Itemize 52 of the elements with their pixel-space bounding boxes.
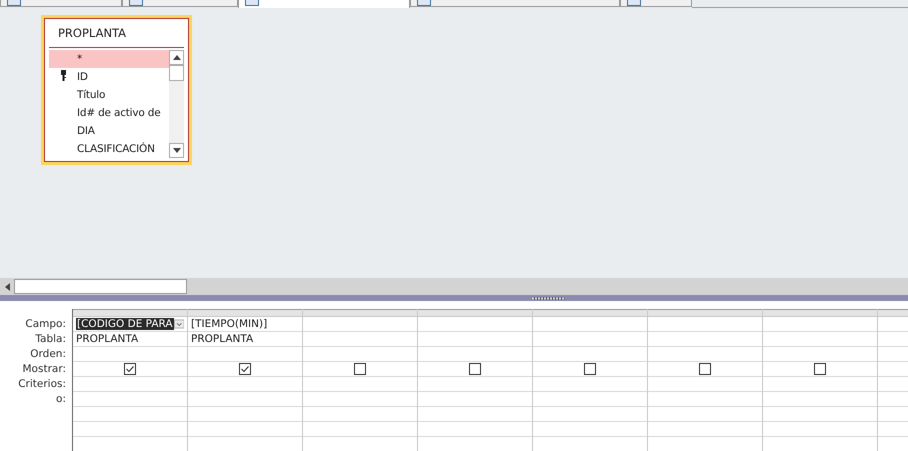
row-label: Campo: xyxy=(24,317,67,332)
column-selector[interactable] xyxy=(763,309,877,317)
table-icon xyxy=(627,0,641,6)
column-selector[interactable] xyxy=(303,309,417,317)
table-icon xyxy=(245,0,259,6)
field-item[interactable]: * xyxy=(49,50,169,68)
key-icon xyxy=(61,70,66,81)
table-field-list[interactable]: PROPLANTA * ID Título Id# de activo de DIA CLASIFICACIÓN xyxy=(41,15,192,165)
document-tab[interactable] xyxy=(122,0,238,7)
table-icon xyxy=(129,0,143,6)
checkbox[interactable] xyxy=(814,363,826,375)
table-title: PROPLANTA xyxy=(49,19,184,48)
field-item[interactable]: Título xyxy=(49,86,169,104)
checkbox[interactable] xyxy=(354,363,366,375)
column-selector[interactable] xyxy=(878,309,908,317)
down-arrow-icon xyxy=(172,148,180,153)
checkbox[interactable] xyxy=(469,363,481,375)
table-cell[interactable]: PROPLANTA xyxy=(76,333,138,345)
scroll-thumb[interactable] xyxy=(169,65,184,81)
scroll-thumb[interactable] xyxy=(14,279,187,294)
column-selector[interactable] xyxy=(648,309,762,317)
grip-icon xyxy=(532,296,566,300)
row-label: Mostrar: xyxy=(22,362,67,377)
checkbox[interactable] xyxy=(124,363,136,375)
row-label: Orden: xyxy=(29,347,67,362)
table-cell[interactable]: PROPLANTA xyxy=(191,333,254,345)
row-label: Tabla: xyxy=(34,332,67,347)
horizontal-scrollbar[interactable] xyxy=(0,278,908,295)
column-selector[interactable] xyxy=(73,309,187,317)
left-arrow-icon xyxy=(4,282,10,290)
row-label: o: xyxy=(55,392,67,407)
field-item[interactable]: Id# de activo de xyxy=(49,104,169,122)
vertical-scrollbar[interactable] xyxy=(169,50,184,158)
table-icon xyxy=(7,0,21,6)
document-tab[interactable] xyxy=(238,0,410,8)
row-label: Criterios: xyxy=(17,377,67,392)
field-item[interactable]: ID xyxy=(49,68,169,86)
column-selector[interactable] xyxy=(533,309,647,317)
up-arrow-icon xyxy=(172,55,180,60)
field-item[interactable]: CLASIFICACIÓN xyxy=(49,140,169,158)
dropdown-icon xyxy=(174,318,184,330)
field-item[interactable]: DIA xyxy=(49,122,169,140)
document-tab[interactable] xyxy=(0,0,122,7)
checkbox[interactable] xyxy=(699,363,711,375)
document-tab[interactable] xyxy=(620,0,692,7)
checkbox[interactable] xyxy=(239,363,251,375)
document-tab[interactable] xyxy=(410,0,620,7)
column-selector[interactable] xyxy=(188,309,302,317)
field-cell[interactable]: [TIEMPO(MIN)] xyxy=(188,317,302,332)
column-selector[interactable] xyxy=(418,309,532,317)
checkbox[interactable] xyxy=(584,363,596,375)
table-icon xyxy=(417,0,431,6)
